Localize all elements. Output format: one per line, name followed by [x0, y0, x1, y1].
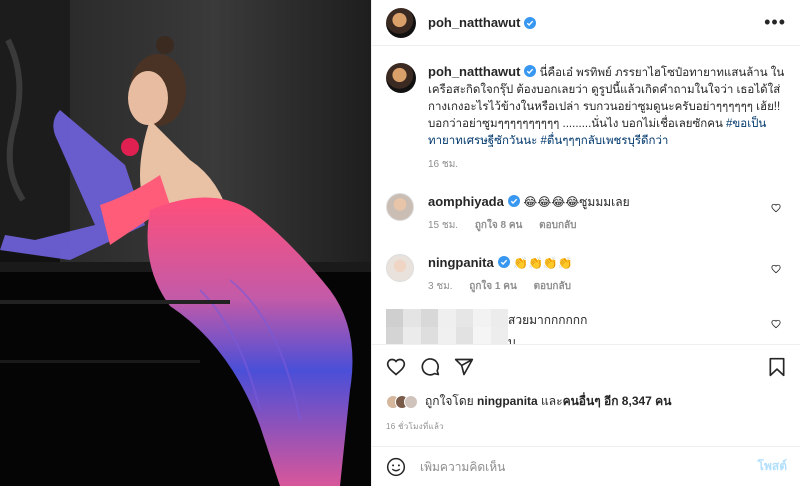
post-comment-button[interactable]: โพสต์	[758, 457, 787, 476]
comment-text: 👏👏👏👏	[509, 256, 573, 270]
post-time-ago[interactable]: 16 ชั่วโมงที่แล้ว	[386, 420, 444, 433]
bookmark-icon[interactable]	[767, 357, 787, 377]
pixelated-mosaic	[386, 309, 508, 344]
caption-username[interactable]: poh_natthawut	[428, 64, 520, 79]
verified-badge-icon	[497, 256, 510, 268]
comment-input[interactable]	[420, 459, 720, 474]
comment-timestamp[interactable]: 15 ชม.	[428, 220, 458, 231]
comment-likes[interactable]: ถูกใจ 1 คน	[469, 281, 517, 292]
like-comment-heart-icon[interactable]	[771, 203, 781, 213]
comment-likes[interactable]: ถูกใจ 8 คน	[475, 220, 523, 231]
reply-button[interactable]: ตอบกลับ	[539, 220, 576, 231]
commenter-username[interactable]: ningpanita	[428, 255, 494, 270]
like-comment-heart-icon[interactable]	[771, 264, 781, 274]
comment-text: สวยมากกกกกก	[508, 313, 588, 327]
post-photo[interactable]	[0, 0, 371, 486]
comment-timestamp[interactable]: 3 ชม.	[428, 281, 453, 292]
instagram-post-modal: poh_natthawut ••• poh_natthawut นี่คือเอ…	[0, 0, 800, 486]
verified-badge-icon	[507, 195, 520, 207]
emoji-icon[interactable]	[386, 457, 406, 477]
comment-body: ningpanita 👏👏👏👏 3 ชม. ถูกใจ 1 คน ตอบกลับ	[428, 254, 585, 295]
like-heart-icon[interactable]	[386, 357, 406, 377]
post-caption: poh_natthawut นี่คือเอ๋ พรทิพย์ ภรรยาไฮโ…	[386, 47, 787, 173]
share-send-icon[interactable]	[454, 357, 474, 377]
commenter-username[interactable]: aomphiyada	[428, 194, 504, 209]
caption-timestamp[interactable]: 16 ชม.	[428, 159, 458, 170]
comment-item: aomphiyada 😂😂😂😂ซูมมมเลย 15 ชม. ถูกใจ 8 ค…	[386, 193, 787, 234]
comment-composer: โพสต์	[372, 446, 800, 486]
others-count[interactable]: คนอื่นๆ อีก 8,347 คน	[563, 394, 672, 408]
like-comment-heart-icon[interactable]	[771, 319, 781, 329]
likes-summary[interactable]: ถูกใจโดย ningpanita และคนอื่นๆ อีก 8,347…	[386, 392, 671, 411]
liker-avatar	[404, 394, 418, 409]
comment-item: ningpanita 👏👏👏👏 3 ชม. ถูกใจ 1 คน ตอบกลับ	[386, 254, 787, 295]
caption-meta: 16 ชม.	[428, 156, 787, 173]
comment-text: 😂😂😂😂ซูมมมเลย	[519, 195, 630, 209]
comment-meta: 15 ชม. ถูกใจ 8 คน ตอบกลับ	[428, 217, 630, 234]
commenter-avatar[interactable]	[386, 193, 414, 221]
comment-icon[interactable]	[420, 357, 440, 377]
post-sidebar: poh_natthawut ••• poh_natthawut นี่คือเอ…	[371, 0, 800, 486]
comment-meta: 3 ชม. ถูกใจ 1 คน ตอบกลับ	[428, 278, 585, 295]
post-header: poh_natthawut •••	[372, 0, 800, 46]
hashtag-link[interactable]: #ตื่นๆๆๆกลับเพชรบุรีดีกว่า	[540, 135, 668, 147]
liker-username[interactable]: ningpanita	[477, 394, 538, 408]
comments-scroll-area[interactable]: poh_natthawut นี่คือเอ๋ พรทิพย์ ภรรยาไฮโ…	[372, 47, 800, 344]
verified-badge-icon	[524, 16, 537, 29]
more-options-icon[interactable]: •••	[764, 12, 786, 33]
likes-text: ถูกใจโดย ningpanita และคนอื่นๆ อีก 8,347…	[425, 394, 672, 408]
comment-body: aomphiyada 😂😂😂😂ซูมมมเลย 15 ชม. ถูกใจ 8 ค…	[428, 193, 630, 234]
action-bar	[372, 344, 800, 388]
caption-author-avatar[interactable]	[386, 63, 416, 93]
caption-body: poh_natthawut นี่คือเอ๋ พรทิพย์ ภรรยาไฮโ…	[428, 63, 787, 173]
reply-button[interactable]: ตอบกลับ	[534, 281, 571, 292]
author-username[interactable]: poh_natthawut	[428, 15, 520, 30]
caption-verified-badge-icon	[524, 65, 537, 77]
blurred-comment: สวยมากกกกกก บ	[386, 309, 787, 344]
author-avatar[interactable]	[386, 7, 416, 38]
comment-text-fragment: บ	[508, 335, 516, 344]
post-photo-illustration	[0, 0, 371, 486]
commenter-avatar[interactable]	[386, 254, 414, 282]
